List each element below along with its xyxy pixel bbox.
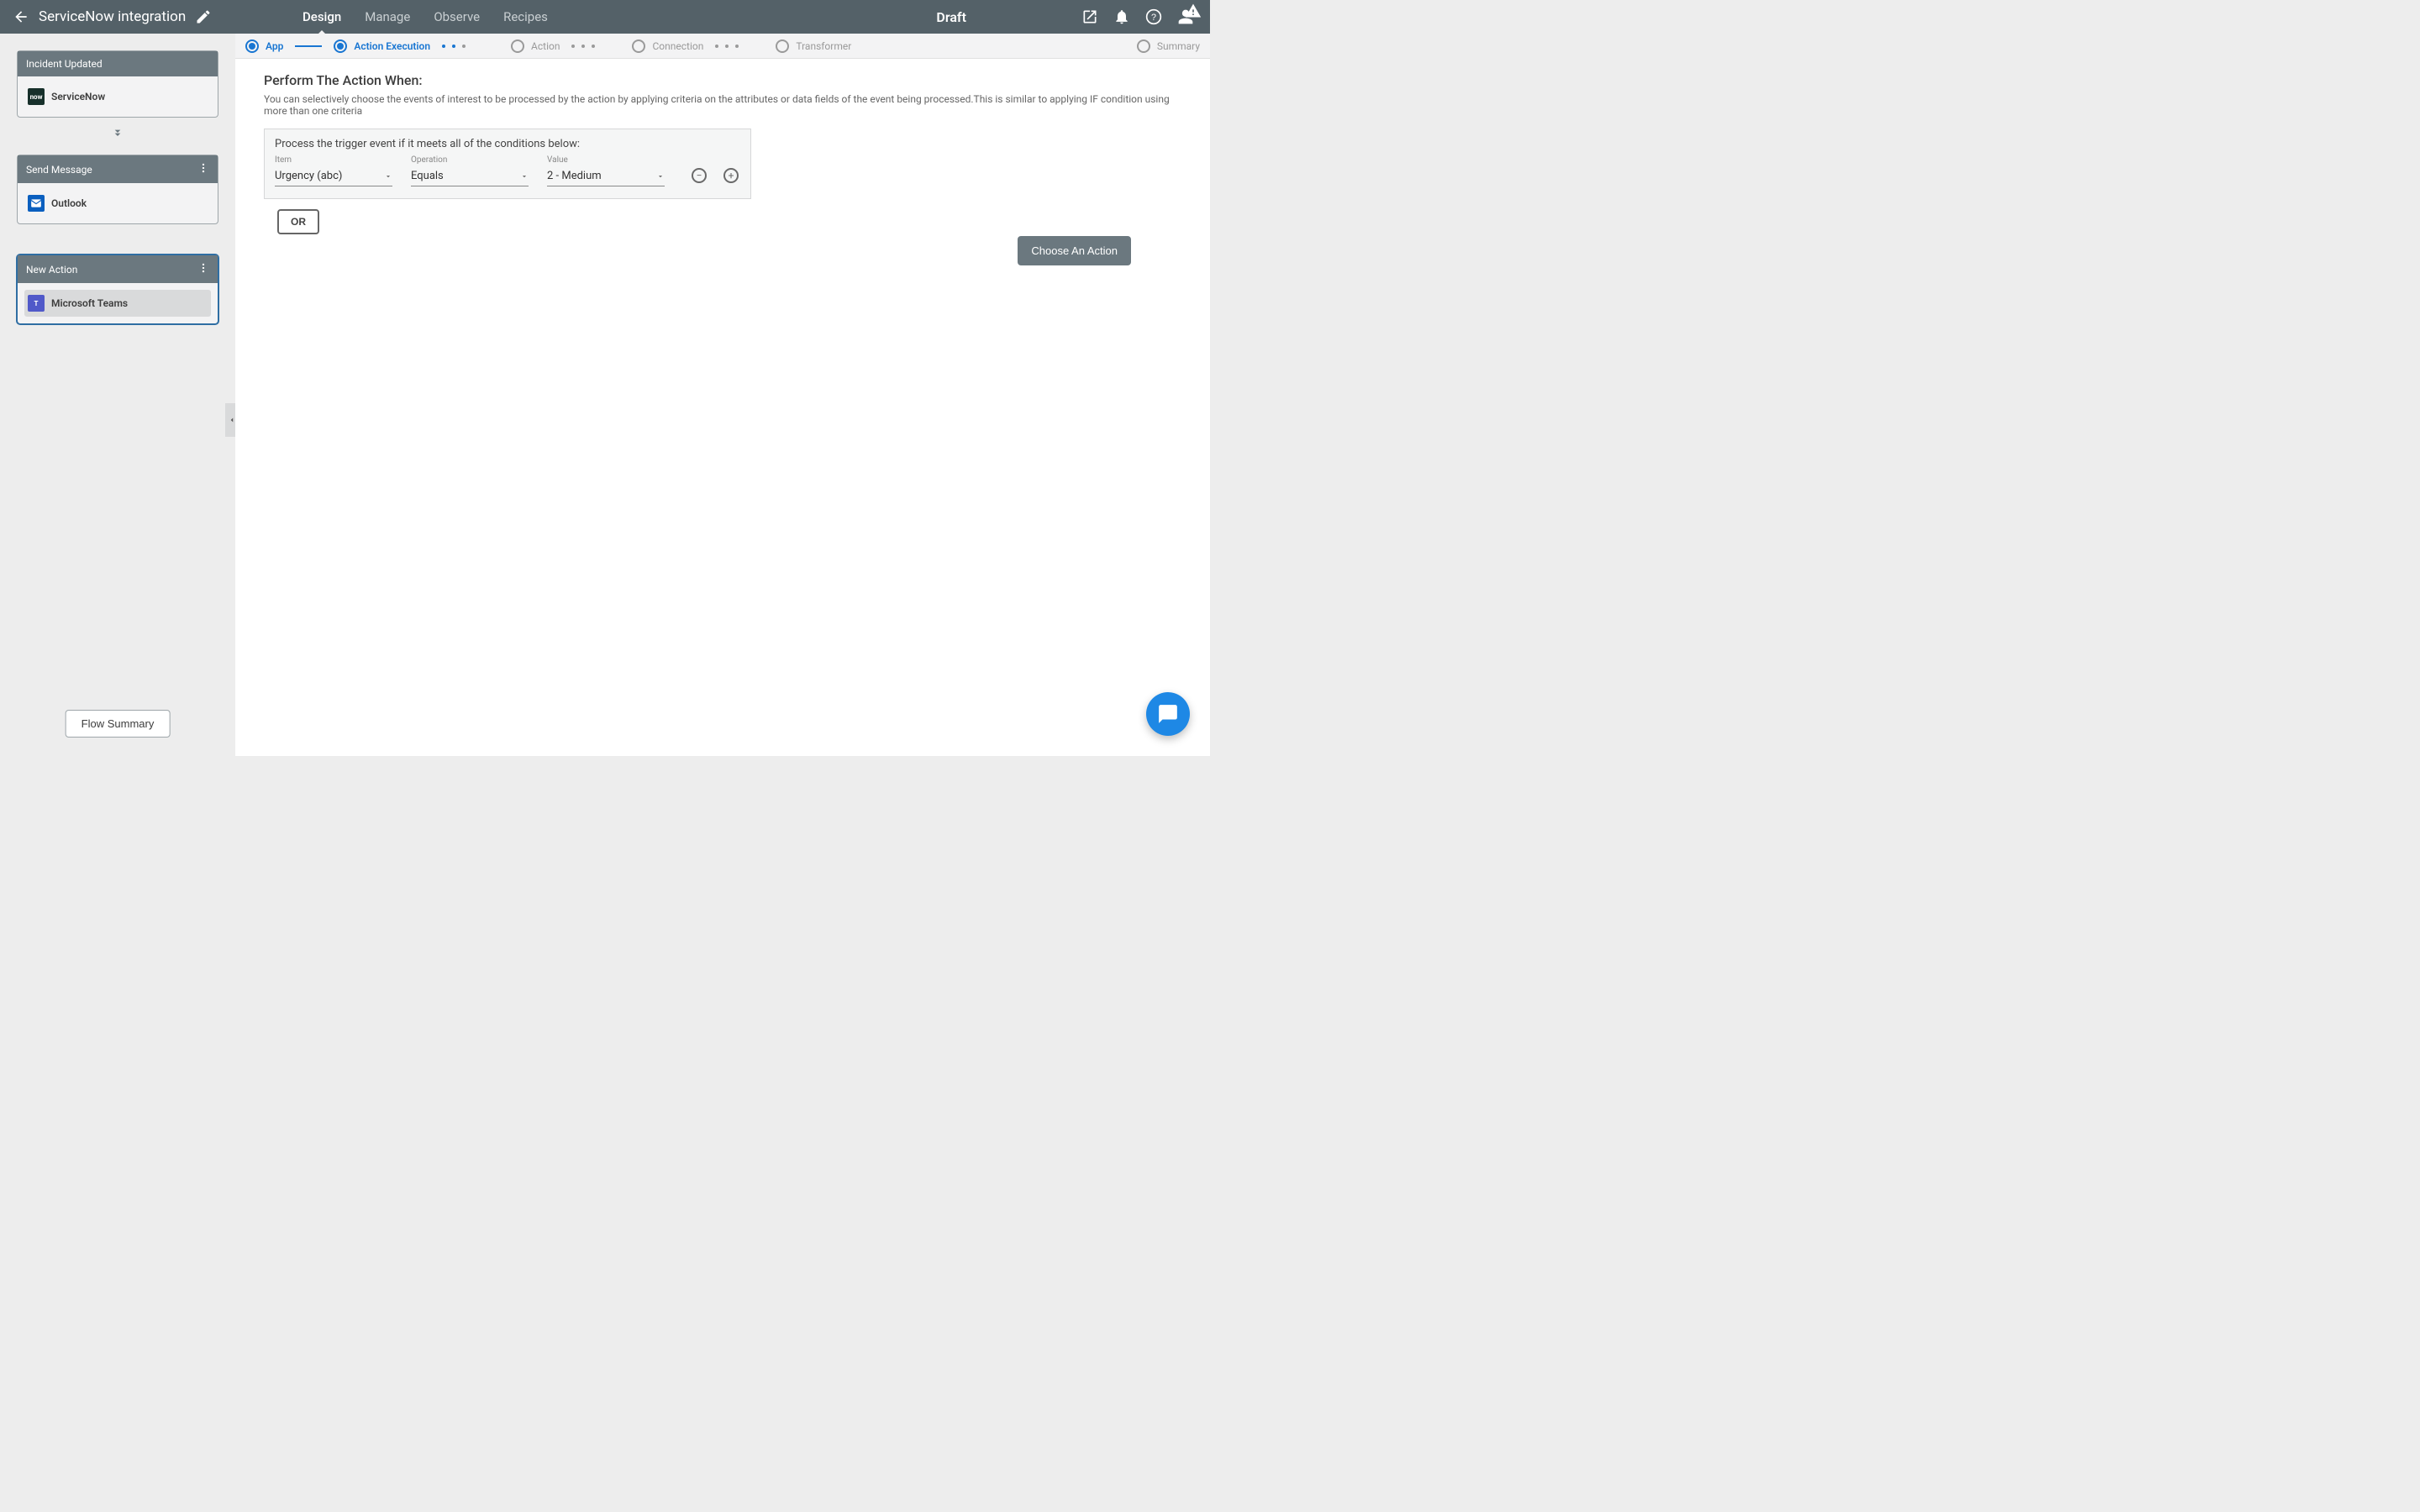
chevron-down-icon — [656, 172, 665, 181]
app-microsoft-teams[interactable]: T Microsoft Teams — [24, 290, 211, 317]
nav-recipes[interactable]: Recipes — [503, 1, 548, 33]
item-label: Item — [275, 155, 392, 165]
app-servicenow[interactable]: now ServiceNow — [24, 83, 211, 110]
card-title: Incident Updated — [26, 58, 103, 70]
card-menu-icon[interactable] — [197, 262, 209, 276]
open-external-icon[interactable] — [1081, 8, 1099, 26]
app-outlook[interactable]: Outlook — [24, 190, 211, 217]
nav-design[interactable]: Design — [302, 1, 341, 33]
add-condition-button[interactable]: + — [723, 168, 739, 183]
teams-icon: T — [28, 295, 45, 312]
operation-select[interactable]: Equals — [411, 166, 529, 186]
step-connection[interactable]: Connection — [632, 39, 703, 53]
integration-title: ServiceNow integration — [39, 8, 186, 25]
main-content: Perform The Action When: You can selecti… — [235, 59, 1210, 756]
card-title: New Action — [26, 264, 77, 276]
step-summary[interactable]: Summary — [1137, 39, 1200, 53]
field-value: Value 2 - Medium — [547, 155, 665, 186]
edit-icon[interactable] — [194, 8, 213, 26]
warning-icon — [1185, 3, 1202, 19]
servicenow-icon: now — [28, 88, 45, 105]
field-operation: Operation Equals — [411, 155, 529, 186]
item-select[interactable]: Urgency (abc) — [275, 166, 392, 186]
condition-box: Process the trigger event if it meets al… — [264, 129, 751, 199]
card-title: Send Message — [26, 164, 92, 176]
svg-text:?: ? — [1151, 13, 1156, 23]
chat-icon — [1157, 703, 1179, 725]
nav-manage[interactable]: Manage — [365, 1, 410, 33]
operation-label: Operation — [411, 155, 529, 165]
flow-connector-icon — [17, 126, 218, 143]
top-bar: ServiceNow integration Design Manage Obs… — [0, 0, 1210, 34]
chevron-down-icon — [384, 172, 392, 181]
card-menu-icon[interactable] — [197, 162, 209, 176]
card-send-message[interactable]: Send Message Outlook — [17, 155, 218, 224]
chevron-down-icon — [520, 172, 529, 181]
back-arrow-icon[interactable] — [12, 8, 30, 26]
step-transformer[interactable]: Transformer — [776, 39, 851, 53]
sidebar: Incident Updated now ServiceNow Send Mes… — [0, 34, 235, 756]
card-incident-updated[interactable]: Incident Updated now ServiceNow — [17, 50, 218, 118]
value-select[interactable]: 2 - Medium — [547, 166, 665, 186]
field-item: Item Urgency (abc) — [275, 155, 392, 186]
help-icon[interactable]: ? — [1144, 8, 1163, 26]
condition-title: Process the trigger event if it meets al… — [275, 138, 740, 150]
flow-summary-button[interactable]: Flow Summary — [66, 710, 171, 738]
outlook-icon — [28, 195, 45, 212]
top-nav: Design Manage Observe Recipes — [302, 1, 548, 33]
status-label: Draft — [936, 9, 966, 25]
bell-icon[interactable] — [1113, 8, 1131, 26]
nav-observe[interactable]: Observe — [434, 1, 480, 33]
choose-action-button[interactable]: Choose An Action — [1018, 236, 1131, 265]
section-description: You can selectively choose the events of… — [264, 93, 1181, 117]
stepper: App Action Execution Action Connection T… — [235, 34, 1210, 59]
card-new-action[interactable]: New Action T Microsoft Teams — [17, 255, 218, 324]
user-icon[interactable] — [1176, 8, 1195, 26]
chat-widget-button[interactable] — [1146, 692, 1190, 736]
section-heading: Perform The Action When: — [264, 72, 1181, 88]
remove-condition-button[interactable]: − — [692, 168, 707, 183]
or-button[interactable]: OR — [277, 209, 319, 234]
value-label: Value — [547, 155, 665, 165]
step-action[interactable]: Action — [511, 39, 560, 53]
step-app[interactable]: App — [245, 39, 283, 53]
step-action-execution[interactable]: Action Execution — [334, 39, 430, 53]
